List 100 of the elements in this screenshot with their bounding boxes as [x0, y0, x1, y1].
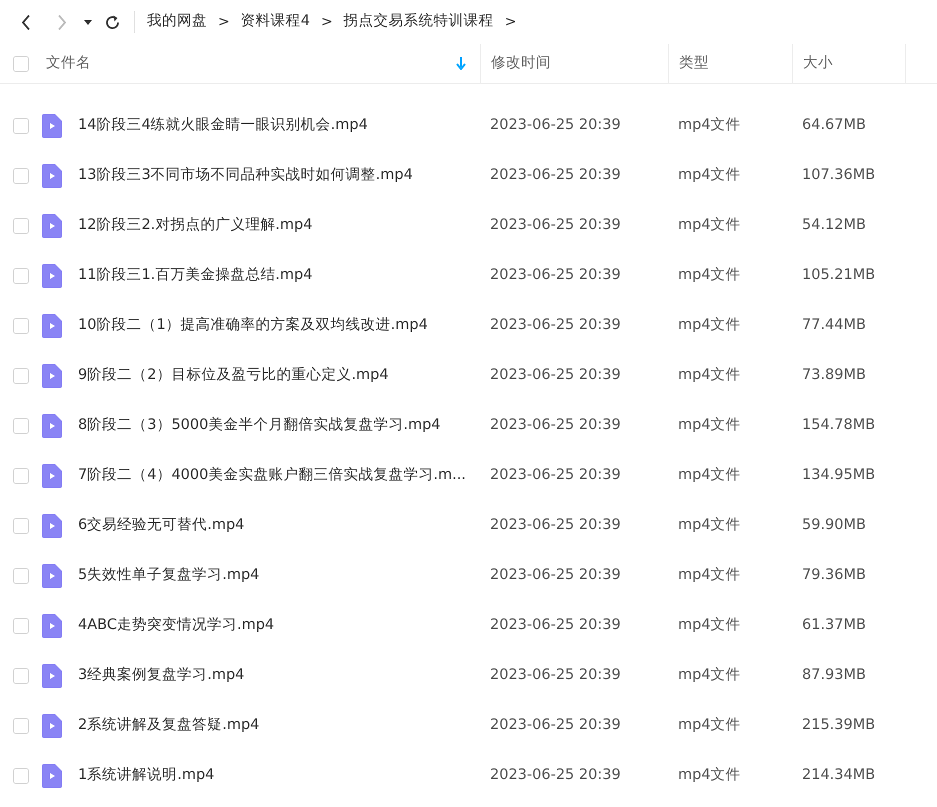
modified-time: 2023-06-25 20:39: [490, 167, 621, 184]
video-file-icon: [42, 514, 62, 538]
video-file-icon: [42, 664, 62, 688]
modified-time: 2023-06-25 20:39: [490, 117, 621, 134]
row-checkbox[interactable]: [13, 668, 29, 684]
modified-time: 2023-06-25 20:39: [490, 617, 621, 634]
video-file-icon: [42, 414, 62, 438]
select-all-checkbox[interactable]: [13, 56, 29, 72]
file-type: mp4文件: [678, 467, 741, 484]
row-checkbox[interactable]: [13, 268, 29, 284]
modified-time: 2023-06-25 20:39: [490, 717, 621, 734]
breadcrumb-link[interactable]: 拐点交易系统特训课程: [344, 11, 494, 33]
video-file-icon: [42, 464, 62, 488]
modified-time: 2023-06-25 20:39: [490, 267, 621, 284]
forward-icon: [57, 14, 67, 30]
refresh-icon: [104, 14, 120, 30]
breadcrumb-link[interactable]: 资料课程4: [240, 11, 310, 33]
video-file-icon: [42, 114, 62, 138]
video-file-icon: [42, 364, 62, 388]
file-name[interactable]: 14阶段三4练就火眼金睛一眼识别机会.mp4: [78, 115, 368, 137]
video-file-icon: [42, 314, 62, 338]
modified-time: 2023-06-25 20:39: [490, 667, 621, 684]
file-name[interactable]: 2系统讲解及复盘答疑.mp4: [78, 715, 260, 737]
file-name[interactable]: 3经典案例复盘学习.mp4: [78, 665, 244, 687]
row-checkbox[interactable]: [13, 618, 29, 634]
file-type: mp4文件: [678, 517, 741, 534]
file-size: 59.90MB: [802, 517, 866, 534]
row-checkbox[interactable]: [13, 418, 29, 434]
video-file-icon: [42, 164, 62, 188]
file-size: 73.89MB: [802, 367, 866, 384]
file-size: 87.93MB: [802, 667, 866, 684]
row-checkbox[interactable]: [13, 768, 29, 784]
video-file-icon: [42, 614, 62, 638]
column-header[interactable]: 修改时间: [480, 44, 668, 84]
file-type: mp4文件: [678, 167, 741, 184]
row-checkbox[interactable]: [13, 218, 29, 234]
row-checkbox[interactable]: [13, 318, 29, 334]
video-file-icon: [42, 764, 62, 788]
breadcrumb-link[interactable]: 我的网盘: [147, 11, 207, 33]
file-size: 215.39MB: [802, 717, 876, 734]
row-checkbox[interactable]: [13, 468, 29, 484]
file-type: mp4文件: [678, 267, 741, 284]
file-size: 154.78MB: [802, 417, 876, 434]
file-type: mp4文件: [678, 767, 741, 784]
file-size: 64.67MB: [802, 117, 866, 134]
file-type: mp4文件: [678, 317, 741, 334]
file-name[interactable]: 8阶段二（3）5000美金半个月翻倍实战复盘学习.mp4: [78, 415, 441, 437]
file-size: 107.36MB: [802, 167, 876, 184]
video-file-icon: [42, 214, 62, 238]
file-type: mp4文件: [678, 567, 741, 584]
row-checkbox[interactable]: [13, 118, 29, 134]
file-name[interactable]: 5失效性单子复盘学习.mp4: [78, 565, 260, 587]
modified-time: 2023-06-25 20:39: [490, 517, 621, 534]
file-name[interactable]: 7阶段二（4）4000美金实盘账户翻三倍实战复盘学习.m...: [78, 465, 466, 487]
file-name[interactable]: 4ABC走势突变情况学习.mp4: [78, 615, 274, 637]
file-type: mp4文件: [678, 417, 741, 434]
file-size: 214.34MB: [802, 767, 876, 784]
modified-time: 2023-06-25 20:39: [490, 767, 621, 784]
row-checkbox[interactable]: [13, 718, 29, 734]
modified-time: 2023-06-25 20:39: [490, 367, 621, 384]
row-checkbox[interactable]: [13, 368, 29, 384]
row-checkbox[interactable]: [13, 568, 29, 584]
file-type: mp4文件: [678, 717, 741, 734]
modified-time: 2023-06-25 20:39: [490, 217, 621, 234]
file-name[interactable]: 11阶段三1.百万美金操盘总结.mp4: [78, 265, 312, 287]
sort-arrow-icon: [456, 57, 466, 70]
modified-time: 2023-06-25 20:39: [490, 467, 621, 484]
back-icon: [21, 14, 31, 30]
caret-icon: [84, 20, 92, 24]
video-file-icon: [42, 714, 62, 738]
file-name[interactable]: 13阶段三3不同市场不同品种实战时如何调整.mp4: [78, 165, 413, 187]
file-type: mp4文件: [678, 217, 741, 234]
row-checkbox[interactable]: [13, 168, 29, 184]
file-name[interactable]: 1系统讲解说明.mp4: [78, 765, 214, 787]
video-file-icon: [42, 564, 62, 588]
file-size: 77.44MB: [802, 317, 866, 334]
breadcrumb-separator: >: [504, 12, 516, 32]
file-name[interactable]: 9阶段二（2）目标位及盈亏比的重心定义.mp4: [78, 365, 389, 387]
row-checkbox[interactable]: [13, 518, 29, 534]
modified-time: 2023-06-25 20:39: [490, 417, 621, 434]
file-size: 61.37MB: [802, 617, 866, 634]
column-header[interactable]: 大小: [792, 44, 905, 84]
file-name[interactable]: 10阶段二（1）提高准确率的方案及双均线改进.mp4: [78, 315, 428, 337]
breadcrumb-separator: >: [320, 12, 333, 32]
file-type: mp4文件: [678, 367, 741, 384]
column-header[interactable]: 类型: [668, 44, 792, 84]
file-type: mp4文件: [678, 667, 741, 684]
file-size: 54.12MB: [802, 217, 866, 234]
modified-time: 2023-06-25 20:39: [490, 317, 621, 334]
file-type: mp4文件: [678, 117, 741, 134]
file-name[interactable]: 12阶段三2.对拐点的广义理解.mp4: [78, 215, 312, 237]
video-file-icon: [42, 264, 62, 288]
column-header[interactable]: 文件名: [38, 44, 480, 84]
file-size: 105.21MB: [802, 267, 876, 284]
modified-time: 2023-06-25 20:39: [490, 567, 621, 584]
breadcrumb-separator: >: [218, 12, 230, 32]
file-size: 134.95MB: [802, 467, 876, 484]
file-type: mp4文件: [678, 617, 741, 634]
file-size: 79.36MB: [802, 567, 866, 584]
file-name[interactable]: 6交易经验无可替代.mp4: [78, 515, 244, 537]
